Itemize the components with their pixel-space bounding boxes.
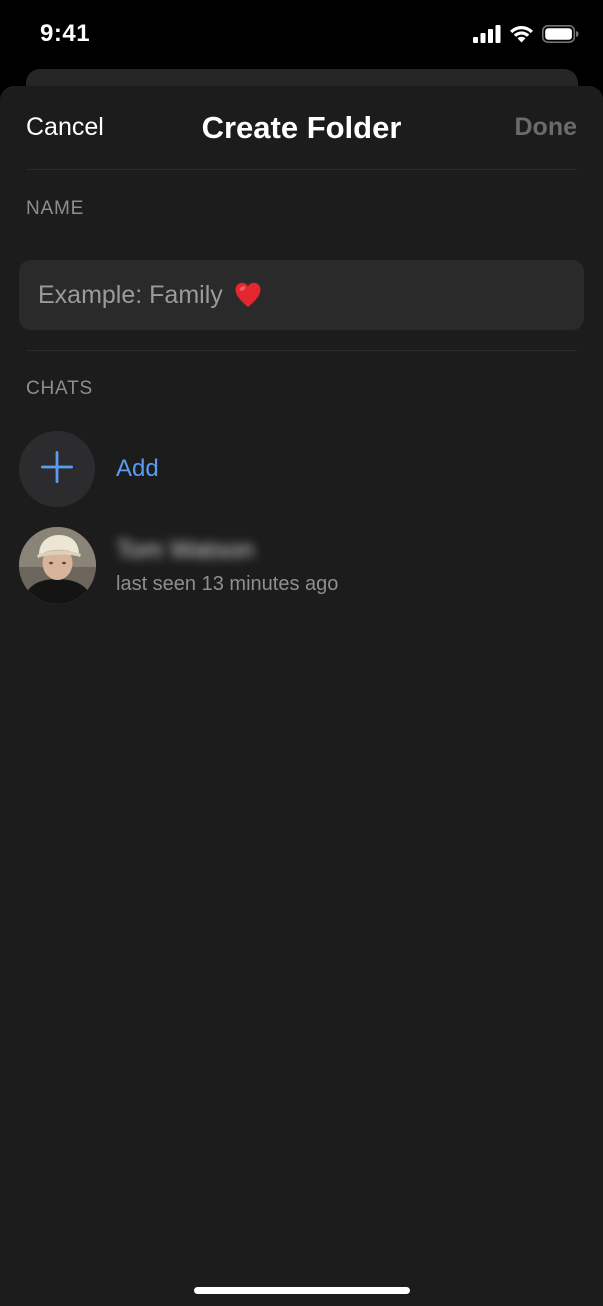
create-folder-sheet: Cancel Create Folder Done NAME Example: …	[0, 86, 603, 1306]
folder-name-input[interactable]: Example: Family	[19, 260, 584, 330]
chats-section-label: CHATS	[26, 378, 93, 399]
nav-bar: Cancel Create Folder Done	[0, 86, 603, 170]
chat-list-item[interactable]: Tom Watson last seen 13 minutes ago	[19, 527, 579, 605]
plus-icon	[40, 450, 74, 489]
name-section-label: NAME	[26, 198, 85, 219]
status-time: 9:41	[40, 20, 91, 47]
avatar	[19, 527, 96, 604]
wifi-icon	[509, 25, 534, 48]
add-label: Add	[116, 455, 159, 482]
status-bar: 9:41	[0, 0, 603, 70]
nav-divider	[26, 169, 577, 170]
chat-name: Tom Watson	[116, 536, 255, 564]
done-button[interactable]: Done	[515, 113, 578, 142]
page-title: Create Folder	[201, 110, 402, 145]
section-divider	[26, 350, 577, 351]
status-icons	[473, 24, 579, 48]
red-heart-icon	[233, 280, 263, 310]
chat-status: last seen 13 minutes ago	[116, 573, 339, 595]
home-indicator	[194, 1287, 410, 1294]
folder-name-placeholder: Example: Family	[38, 280, 223, 309]
cellular-signal-icon	[473, 24, 501, 48]
add-circle[interactable]	[19, 431, 95, 507]
battery-icon	[542, 24, 579, 48]
add-chat-button[interactable]: Add	[19, 431, 579, 507]
